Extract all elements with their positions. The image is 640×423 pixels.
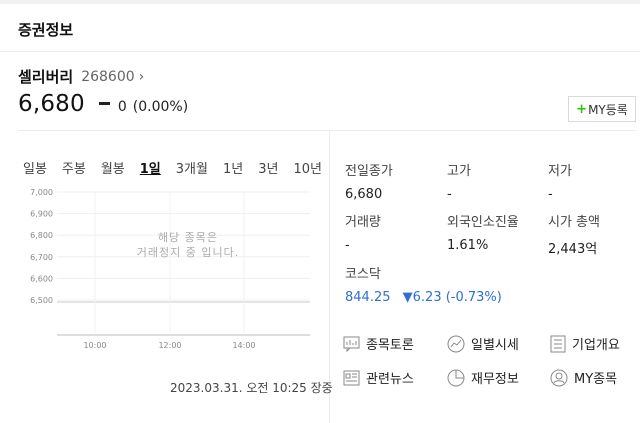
info-label[interactable]: 코스닥	[345, 263, 545, 282]
tab-monthly-candle[interactable]: 월봉	[101, 158, 125, 177]
link-label[interactable]: 기업개요	[572, 334, 620, 353]
price-chart: 7,000 6,900 6,800 6,700 6,600 6,500 10:00 12:00…	[30, 188, 310, 350]
stock-code[interactable]: 268600	[81, 69, 134, 85]
info-label: 저가	[548, 164, 572, 179]
no-change-icon	[98, 102, 110, 105]
y-tick-label: 6,800	[30, 231, 53, 240]
stock-name[interactable]: 셀리버리	[18, 66, 73, 87]
stock-title-link[interactable]: 셀리버리 268600 ›	[18, 66, 144, 87]
tab-3year[interactable]: 3년	[258, 158, 278, 177]
my-register-label: MY등록	[588, 102, 628, 117]
section-title: 증권정보	[18, 21, 74, 39]
link-daily-quotes[interactable]: 일별시세	[447, 334, 519, 353]
tab-10year[interactable]: 10년	[293, 158, 322, 177]
link-label[interactable]: 종목토론	[366, 334, 414, 353]
trend-chart-icon	[447, 335, 465, 352]
info-low: 저가 -	[548, 160, 640, 202]
tab-weekly-candle[interactable]: 주봉	[62, 158, 86, 177]
newspaper-icon	[343, 370, 360, 385]
y-tick-label: 6,600	[30, 274, 53, 283]
tab-3month[interactable]: 3개월	[176, 158, 208, 177]
chart-overlay-message: 해당 종목은	[158, 230, 218, 244]
info-value: -	[548, 187, 553, 202]
period-tabs: 일봉 주봉 월봉 1일 3개월 1년 3년 10년	[23, 158, 337, 177]
link-label[interactable]: MY종목	[574, 368, 617, 387]
y-tick-label: 7,000	[30, 188, 53, 197]
user-icon	[550, 369, 568, 386]
link-label[interactable]: 일별시세	[471, 334, 519, 353]
tab-1year[interactable]: 1년	[223, 158, 243, 177]
link-discussion[interactable]: 종목토론	[343, 334, 414, 353]
x-tick-label: 12:00	[158, 341, 181, 350]
link-company-overview[interactable]: 기업개요	[550, 334, 620, 353]
chevron-right-icon[interactable]: ›	[139, 69, 145, 85]
x-tick-label: 14:00	[232, 341, 255, 350]
divider	[18, 130, 636, 131]
price-change: 0	[117, 99, 127, 115]
info-kosdaq[interactable]: 코스닥 844.25 ▼6.23 (-0.73%)	[345, 263, 545, 305]
info-value: 2,443억	[548, 242, 598, 257]
y-tick-label: 6,700	[30, 253, 53, 262]
section-header: 증권정보	[0, 4, 640, 52]
link-financials[interactable]: 재무정보	[447, 368, 519, 387]
tab-daily-candle[interactable]: 일봉	[23, 158, 47, 177]
y-tick-label: 6,500	[30, 296, 53, 305]
pie-chart-icon	[447, 369, 465, 386]
y-tick-label: 6,900	[30, 210, 53, 219]
link-my-stocks[interactable]: MY종목	[550, 368, 617, 387]
chart-overlay-message: 거래정지 중 입니다.	[137, 246, 239, 259]
document-list-icon	[550, 335, 566, 352]
kosdaq-value[interactable]: 844.25	[345, 290, 391, 305]
link-label[interactable]: 재무정보	[471, 368, 519, 387]
price-row: 6,680 0 (0.00%)	[18, 91, 188, 117]
link-label[interactable]: 관련뉴스	[366, 368, 414, 387]
current-price: 6,680	[18, 91, 85, 117]
info-label: 시가 총액	[548, 215, 600, 230]
chat-icon	[343, 336, 360, 352]
timestamp: 2023.03.31. 오전 10:25 장중	[170, 381, 333, 395]
x-tick-label: 10:00	[83, 341, 106, 350]
price-change-rate: (0.00%)	[132, 99, 189, 115]
kosdaq-change[interactable]: ▼6.23 (-0.73%)	[403, 290, 502, 305]
info-value[interactable]: 844.25 ▼6.23 (-0.73%)	[345, 290, 545, 305]
link-related-news[interactable]: 관련뉴스	[343, 368, 414, 387]
tab-1day[interactable]: 1일	[140, 158, 161, 177]
plus-icon: +	[576, 101, 588, 117]
info-market-cap: 시가 총액 2,443억	[548, 211, 640, 257]
my-register-button[interactable]: + MY등록	[568, 96, 636, 122]
